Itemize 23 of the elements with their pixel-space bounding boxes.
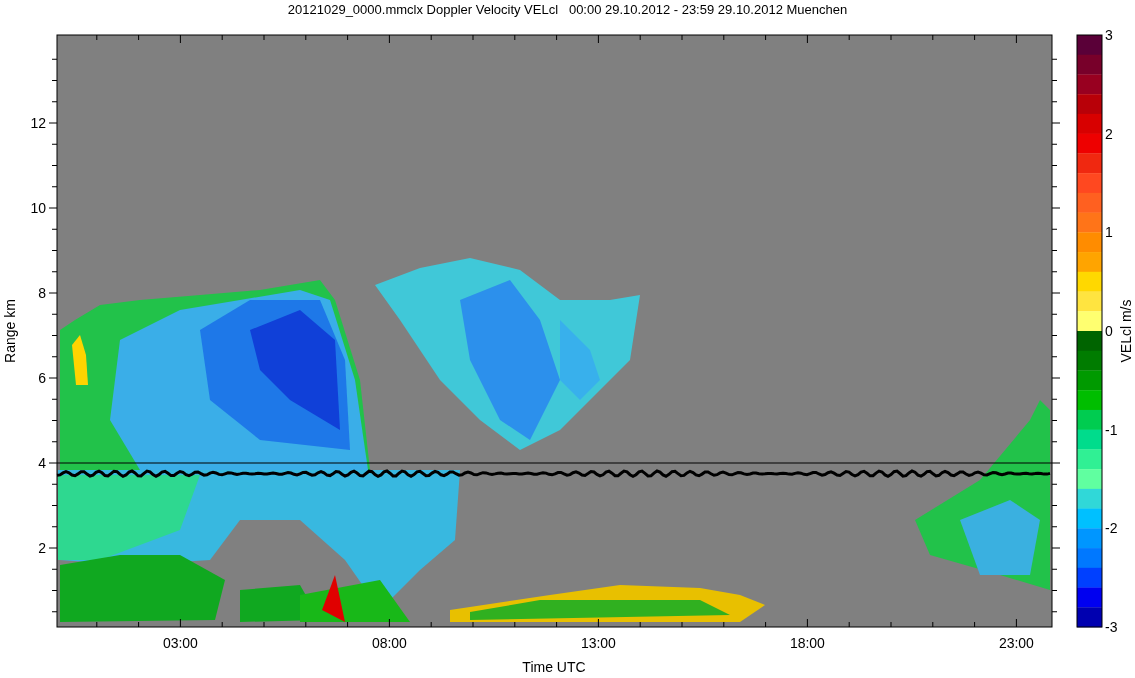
x-axis-title: Time UTC <box>522 659 586 675</box>
radar-echo-region <box>72 335 88 385</box>
colorbar-tick-label: -2 <box>1105 520 1118 537</box>
colorbar-tick-label: 1 <box>1105 224 1113 241</box>
y-tick-label: 4 <box>38 455 46 471</box>
y-tick-label: 10 <box>30 200 46 216</box>
chart-title: 20121029_0000.mmclx Doppler Velocity VELcl 00:00 29.10.2012 - 23:59 29.10.2012 Muenchen <box>287 1 848 17</box>
colorbar-tick-label: -3 <box>1105 619 1118 635</box>
y-tick-label: 12 <box>30 115 46 131</box>
y-tick-label: 6 <box>38 370 46 386</box>
x-tick-label: 08:00 <box>371 635 407 651</box>
colorbar-title: VELcl m/s <box>1118 299 1134 363</box>
colorbar-tick-label: 3 <box>1105 27 1113 43</box>
y-tick-label: 8 <box>38 285 46 301</box>
colorbar-tick-label: -1 <box>1105 421 1118 438</box>
colorbar-tick-label: 0 <box>1105 323 1113 339</box>
y-tick-label: 2 <box>38 540 46 556</box>
colorbar-tick-label: 2 <box>1105 125 1113 142</box>
x-tick-label: 23:00 <box>998 635 1034 651</box>
x-tick-label: 03:00 <box>162 635 198 651</box>
x-tick-label: 13:00 <box>580 635 616 651</box>
x-tick-label: 18:00 <box>789 635 825 651</box>
y-axis-title: Range km <box>2 299 18 363</box>
